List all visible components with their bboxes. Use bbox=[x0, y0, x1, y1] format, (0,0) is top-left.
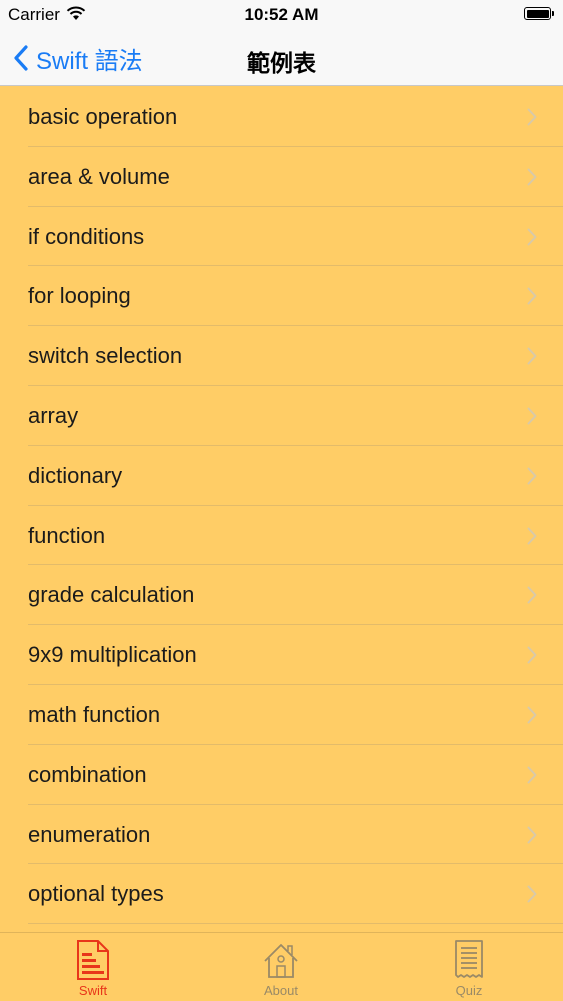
list-item[interactable]: basic operation bbox=[0, 87, 563, 147]
list-item[interactable]: function bbox=[0, 506, 563, 566]
list-item-label: math function bbox=[28, 701, 161, 727]
list-item-label: dictionary bbox=[28, 462, 123, 488]
list-item[interactable]: combination bbox=[0, 745, 563, 805]
chevron-right-icon bbox=[527, 885, 537, 903]
chevron-right-icon bbox=[527, 228, 537, 246]
navigation-bar: Swift 語法 範例表 bbox=[0, 30, 563, 86]
back-button-label: Swift 語法 bbox=[36, 47, 143, 75]
list-item[interactable]: area & volume bbox=[0, 147, 563, 207]
list-item-label: for looping bbox=[28, 283, 131, 309]
chevron-right-icon bbox=[527, 407, 537, 425]
list-item-label: function bbox=[28, 522, 106, 548]
back-button[interactable]: Swift 語法 bbox=[14, 40, 143, 76]
chevron-right-icon bbox=[527, 527, 537, 545]
list-item-label: grade calculation bbox=[28, 582, 195, 608]
chevron-right-icon bbox=[527, 287, 537, 305]
tab-swift-label: Swift bbox=[78, 983, 108, 998]
list-item-label: basic operation bbox=[28, 104, 178, 129]
chevron-right-icon bbox=[527, 706, 537, 724]
house-icon bbox=[264, 944, 298, 978]
list-item[interactable]: switch selection bbox=[0, 326, 563, 386]
list-item-label: optional types bbox=[28, 881, 164, 907]
chevron-right-icon bbox=[527, 467, 537, 485]
list-item-label: 9x9 multiplication bbox=[28, 642, 197, 668]
list-item[interactable]: math function bbox=[0, 685, 563, 745]
list-item-label: enumeration bbox=[28, 821, 151, 847]
list-item[interactable]: grade calculation bbox=[0, 565, 563, 625]
chevron-right-icon bbox=[527, 766, 537, 784]
list-item-label: if conditions bbox=[28, 223, 145, 249]
list-item[interactable]: dictionary bbox=[0, 446, 563, 506]
list-item-label: combination bbox=[28, 761, 147, 787]
list-item[interactable]: if conditions bbox=[0, 207, 563, 267]
tab-about-label: About bbox=[264, 983, 298, 998]
list-item[interactable]: enumeration bbox=[0, 805, 563, 865]
tab-swift[interactable]: Swift bbox=[33, 933, 153, 1001]
tab-bar: Swift About Quiz bbox=[0, 932, 563, 1000]
examples-list: basic operation area & volume if condition… bbox=[0, 87, 563, 932]
tab-quiz-label: Quiz bbox=[455, 983, 483, 998]
tab-quiz[interactable]: Quiz bbox=[409, 933, 529, 1001]
chevron-right-icon bbox=[527, 108, 537, 126]
chevron-right-icon bbox=[527, 586, 537, 604]
list-item-label: switch selection bbox=[28, 343, 183, 369]
list-item[interactable]: for looping bbox=[0, 266, 563, 326]
chevron-right-icon bbox=[527, 347, 537, 365]
document-icon bbox=[77, 940, 109, 980]
tab-about[interactable]: About bbox=[221, 933, 341, 1001]
chevron-left-icon bbox=[14, 45, 28, 71]
list-item[interactable]: array bbox=[0, 386, 563, 446]
chevron-right-icon bbox=[527, 826, 537, 844]
battery-icon bbox=[524, 7, 554, 20]
list-item[interactable]: 9x9 multiplication bbox=[0, 625, 563, 685]
list-item[interactable]: optional types bbox=[0, 864, 563, 924]
chevron-right-icon bbox=[527, 646, 537, 664]
chevron-right-icon bbox=[527, 168, 537, 186]
list-item-label: area & volume bbox=[28, 163, 170, 189]
clock-time: 10:52 AM bbox=[244, 5, 319, 24]
receipt-icon bbox=[455, 940, 483, 978]
list-item-label: array bbox=[28, 402, 79, 428]
status-bar: Carrier 10:52 AM bbox=[0, 0, 563, 30]
